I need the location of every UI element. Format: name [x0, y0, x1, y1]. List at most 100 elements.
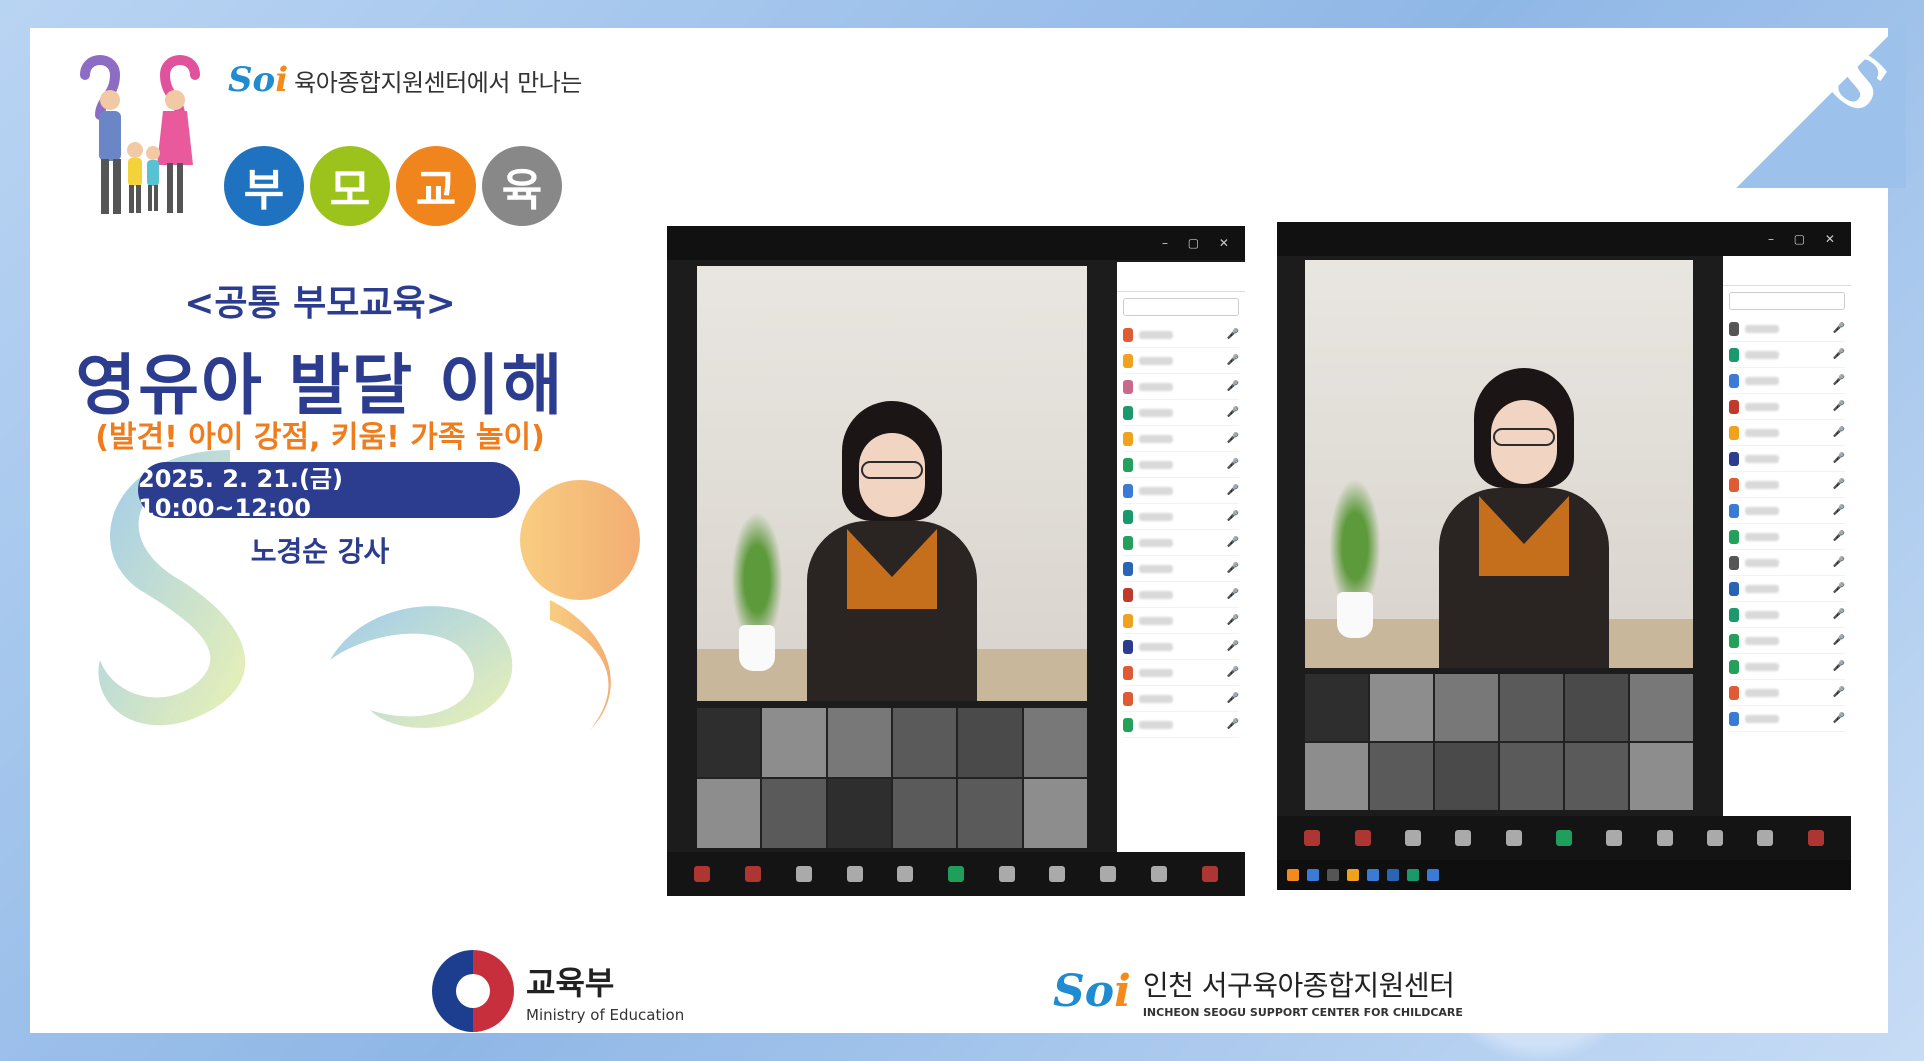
gallery-tile[interactable]	[1370, 743, 1433, 810]
participant-search-input[interactable]	[1123, 298, 1239, 316]
participant-row[interactable]: 🎤	[1123, 400, 1239, 426]
mic-muted-icon: 🎤	[1226, 485, 1239, 496]
share-button[interactable]	[1555, 830, 1572, 846]
weather-icon[interactable]	[1287, 869, 1299, 881]
search-icon[interactable]	[1327, 869, 1339, 881]
gallery-tile[interactable]	[958, 779, 1022, 848]
participant-search-input[interactable]	[1729, 292, 1845, 310]
participant-row[interactable]: 🎤	[1729, 498, 1845, 524]
participant-row[interactable]: 🎤	[1729, 706, 1845, 732]
end-button[interactable]	[1807, 830, 1824, 846]
apps-button[interactable]	[1100, 866, 1117, 882]
gallery-tile[interactable]	[697, 779, 761, 848]
participant-row[interactable]: 🎤	[1729, 342, 1845, 368]
participant-row[interactable]: 🎤	[1729, 602, 1845, 628]
gallery-tile[interactable]	[1630, 674, 1693, 741]
gallery-tile[interactable]	[827, 779, 891, 848]
participant-row[interactable]: 🎤	[1123, 686, 1239, 712]
gallery-tile[interactable]	[1500, 743, 1563, 810]
react-button[interactable]	[1505, 830, 1522, 846]
video-button[interactable]	[745, 866, 762, 882]
record-button[interactable]	[1606, 830, 1623, 846]
gallery-tile[interactable]	[892, 708, 957, 777]
participant-row[interactable]: 🎤	[1123, 322, 1239, 348]
app-icon[interactable]	[1427, 869, 1439, 881]
gallery-tile[interactable]	[1565, 743, 1628, 810]
participant-row[interactable]: 🎤	[1123, 660, 1239, 686]
participant-row[interactable]: 🎤	[1123, 530, 1239, 556]
react-button[interactable]	[897, 866, 914, 882]
apps-button[interactable]	[1707, 830, 1724, 846]
gallery-tile[interactable]	[1630, 743, 1693, 810]
center-tagline: 육아종합지원센터에서 만나는	[294, 68, 582, 97]
chat-button[interactable]	[846, 866, 863, 882]
mute-button[interactable]	[1304, 830, 1321, 846]
more-button[interactable]	[1150, 866, 1167, 882]
gallery-tile[interactable]	[697, 708, 761, 777]
mic-muted-icon: 🎤	[1832, 349, 1845, 360]
participants-button[interactable]	[1404, 830, 1421, 846]
gallery-tile[interactable]	[1305, 674, 1368, 741]
participant-row[interactable]: 🎤	[1729, 550, 1845, 576]
participant-row[interactable]: 🎤	[1729, 420, 1845, 446]
end-button[interactable]	[1201, 866, 1218, 882]
participant-row[interactable]: 🎤	[1123, 452, 1239, 478]
participant-row[interactable]: 🎤	[1729, 446, 1845, 472]
ministry-logo: 교육부 Ministry of Education	[432, 950, 684, 1032]
start-icon[interactable]	[1307, 869, 1319, 881]
edge-icon[interactable]	[1367, 869, 1379, 881]
participants-button[interactable]	[795, 866, 812, 882]
window-controls[interactable]: – ▢ ✕	[1162, 236, 1237, 250]
participant-row[interactable]: 🎤	[1123, 608, 1239, 634]
participants-panel: 🎤 🎤 🎤 🎤 🎤 🎤 🎤 🎤 🎤 🎤 🎤 🎤 🎤 🎤 🎤 🎤	[1117, 262, 1245, 852]
speaker-person	[1439, 368, 1609, 668]
participant-row[interactable]: 🎤	[1123, 504, 1239, 530]
folder-icon[interactable]	[1347, 869, 1359, 881]
participant-row[interactable]: 🎤	[1729, 368, 1845, 394]
zoom-screenshot-right: – ▢ ✕ 🎤 🎤 🎤 🎤 🎤 🎤 🎤 🎤 🎤 🎤 🎤 🎤 🎤 🎤 🎤 🎤	[1277, 222, 1851, 890]
mic-muted-icon: 🎤	[1832, 375, 1845, 386]
more-button[interactable]	[1757, 830, 1774, 846]
gallery-tile[interactable]	[762, 708, 826, 777]
app-icon[interactable]	[1407, 869, 1419, 881]
participant-row[interactable]: 🎤	[1729, 628, 1845, 654]
participant-row[interactable]: 🎤	[1729, 524, 1845, 550]
share-button[interactable]	[947, 866, 964, 882]
gallery-tile[interactable]	[1565, 674, 1628, 741]
participant-row[interactable]: 🎤	[1123, 478, 1239, 504]
video-button[interactable]	[1354, 830, 1371, 846]
gallery-tile[interactable]	[958, 708, 1022, 777]
participant-row[interactable]: 🎤	[1729, 654, 1845, 680]
mic-muted-icon: 🎤	[1832, 661, 1845, 672]
participant-row[interactable]: 🎤	[1123, 712, 1239, 738]
mute-button[interactable]	[694, 866, 711, 882]
plant-decoration	[727, 501, 787, 671]
participant-row[interactable]: 🎤	[1729, 680, 1845, 706]
participant-row[interactable]: 🎤	[1729, 576, 1845, 602]
record-button[interactable]	[998, 866, 1015, 882]
participant-row[interactable]: 🎤	[1123, 582, 1239, 608]
participant-row[interactable]: 🎤	[1123, 556, 1239, 582]
gallery-tile[interactable]	[1435, 674, 1498, 741]
gallery-tile[interactable]	[1023, 708, 1087, 777]
gallery-tile[interactable]	[1305, 743, 1368, 810]
participant-row[interactable]: 🎤	[1123, 634, 1239, 660]
participant-row[interactable]: 🎤	[1729, 394, 1845, 420]
ai-companion-button[interactable]	[1656, 830, 1673, 846]
participant-row[interactable]: 🎤	[1123, 374, 1239, 400]
gallery-tile[interactable]	[1500, 674, 1563, 741]
window-controls[interactable]: – ▢ ✕	[1768, 232, 1843, 246]
chat-button[interactable]	[1455, 830, 1472, 846]
ai-companion-button[interactable]	[1049, 866, 1066, 882]
participant-row[interactable]: 🎤	[1729, 316, 1845, 342]
gallery-tile[interactable]	[1435, 743, 1498, 810]
gallery-tile[interactable]	[827, 708, 891, 777]
participant-row[interactable]: 🎤	[1729, 472, 1845, 498]
participant-row[interactable]: 🎤	[1123, 426, 1239, 452]
zoom-icon[interactable]	[1387, 869, 1399, 881]
participant-row[interactable]: 🎤	[1123, 348, 1239, 374]
gallery-tile[interactable]	[1370, 674, 1433, 741]
gallery-tile[interactable]	[892, 779, 957, 848]
gallery-tile[interactable]	[762, 779, 826, 848]
gallery-tile[interactable]	[1023, 779, 1087, 848]
